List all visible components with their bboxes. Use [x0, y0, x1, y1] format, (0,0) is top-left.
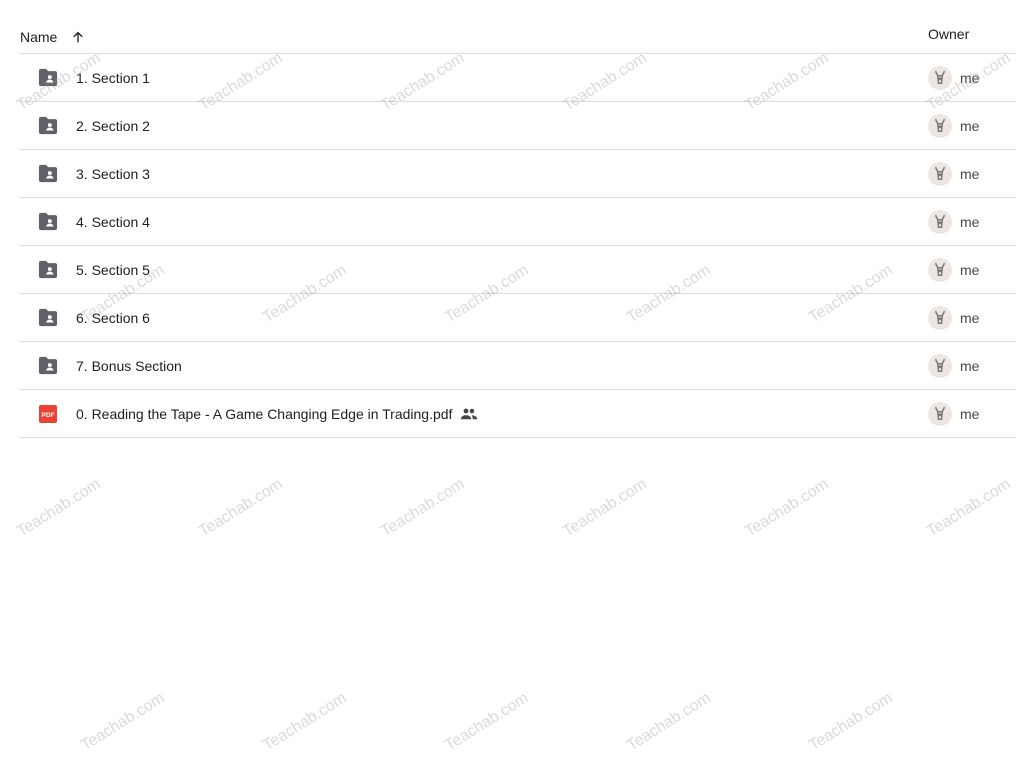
item-name: 7. Bonus Section — [76, 358, 182, 374]
arrow-up-icon[interactable] — [67, 26, 89, 48]
owner-name: me — [960, 70, 980, 86]
owner-cell: me — [928, 258, 979, 282]
shared-folder-icon — [37, 115, 59, 137]
owner-name: me — [960, 406, 980, 422]
list-item[interactable]: 1. Section 1 me — [20, 54, 1016, 102]
list-item[interactable]: 7. Bonus Section me — [20, 342, 1016, 390]
owner-cell: me — [928, 66, 979, 90]
watermark: Teachab.com — [924, 475, 1014, 541]
watermark: Teachab.com — [260, 689, 350, 755]
item-name: 3. Section 3 — [76, 166, 150, 182]
avatar — [928, 402, 952, 426]
item-name: 5. Section 5 — [76, 262, 150, 278]
item-name: 1. Section 1 — [76, 70, 150, 86]
watermark: Teachab.com — [560, 475, 650, 541]
watermark: Teachab.com — [196, 475, 286, 541]
avatar — [928, 114, 952, 138]
name-column-header[interactable]: Name — [20, 26, 89, 48]
owner-name: me — [960, 118, 980, 134]
shared-folder-icon — [37, 355, 59, 377]
list-item[interactable]: PDF 0. Reading the Tape - A Game Changin… — [20, 390, 1016, 438]
item-name: 0. Reading the Tape - A Game Changing Ed… — [76, 406, 478, 422]
watermark: Teachab.com — [742, 475, 832, 541]
owner-name: me — [960, 310, 980, 326]
list-item[interactable]: 2. Section 2 me — [20, 102, 1016, 150]
watermark: Teachab.com — [378, 475, 468, 541]
owner-name: me — [960, 214, 980, 230]
pdf-badge-text: PDF — [42, 412, 55, 419]
shared-folder-icon — [37, 67, 59, 89]
item-name: 2. Section 2 — [76, 118, 150, 134]
watermark: Teachab.com — [14, 475, 104, 541]
avatar — [928, 354, 952, 378]
owner-cell: me — [928, 306, 979, 330]
item-name: 6. Section 6 — [76, 310, 150, 326]
owner-name: me — [960, 262, 980, 278]
file-list: 1. Section 1 me 2. Section 2 me 3. Secti… — [20, 54, 1016, 438]
watermark: Teachab.com — [442, 689, 532, 755]
item-name-text: 0. Reading the Tape - A Game Changing Ed… — [76, 406, 453, 422]
avatar — [928, 258, 952, 282]
owner-cell: me — [928, 210, 979, 234]
watermark: Teachab.com — [78, 689, 168, 755]
owner-name: me — [960, 358, 980, 374]
list-item[interactable]: 5. Section 5 me — [20, 246, 1016, 294]
list-item[interactable]: 4. Section 4 me — [20, 198, 1016, 246]
owner-column-header[interactable]: Owner — [928, 26, 969, 42]
watermark: Teachab.com — [624, 689, 714, 755]
shared-folder-icon — [37, 259, 59, 281]
avatar — [928, 306, 952, 330]
people-icon — [460, 407, 478, 421]
owner-cell: me — [928, 402, 979, 426]
owner-cell: me — [928, 162, 979, 186]
pdf-icon: PDF — [37, 403, 59, 425]
avatar — [928, 162, 952, 186]
shared-folder-icon — [37, 211, 59, 233]
watermark: Teachab.com — [806, 689, 896, 755]
owner-cell: me — [928, 354, 979, 378]
file-list-page: Name Owner 1. Section 1 me 2. Section 2 … — [0, 0, 1016, 768]
owner-name: me — [960, 166, 980, 182]
name-column-label: Name — [20, 29, 58, 45]
avatar — [928, 66, 952, 90]
list-header: Name Owner — [20, 16, 1016, 54]
shared-folder-icon — [37, 307, 59, 329]
avatar — [928, 210, 952, 234]
shared-folder-icon — [37, 163, 59, 185]
item-name: 4. Section 4 — [76, 214, 150, 230]
owner-cell: me — [928, 114, 979, 138]
list-item[interactable]: 3. Section 3 me — [20, 150, 1016, 198]
list-item[interactable]: 6. Section 6 me — [20, 294, 1016, 342]
